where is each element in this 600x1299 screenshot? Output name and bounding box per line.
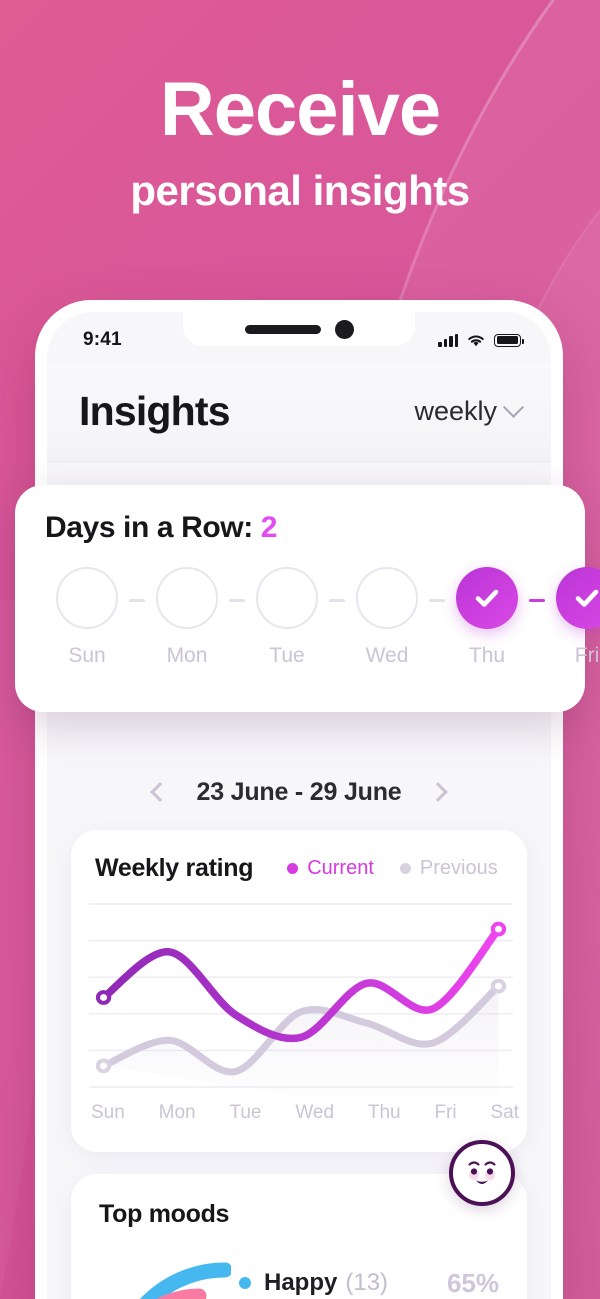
status-time: 9:41 [83, 329, 122, 350]
status-icons [438, 333, 524, 348]
streak-day-thu[interactable]: Thu [445, 567, 529, 668]
period-label: weekly [414, 396, 497, 426]
chevron-left-icon [150, 782, 171, 802]
next-week-button[interactable] [402, 782, 474, 802]
signal-bars-icon [438, 333, 458, 347]
page-title: Insights [79, 388, 231, 434]
day-connector [329, 599, 345, 602]
chart-x-axis: Sun Mon Tue Wed Thu Fri Sat [91, 1102, 519, 1124]
date-navigation: 23 June - 29 June [47, 762, 551, 822]
mood-arcs-icon [99, 1254, 233, 1299]
smiley-face-icon[interactable] [449, 1140, 515, 1206]
day-label: Wed [365, 644, 409, 667]
streak-day-tue[interactable]: Tue [245, 567, 329, 668]
day-connector-active [529, 599, 545, 602]
top-moods-card: Top moods Happy (13) 65% [71, 1140, 527, 1299]
weekly-rating-title: Weekly rating [95, 854, 254, 882]
x-tick-fri: Fri [434, 1102, 457, 1123]
day-label: Thu [468, 644, 506, 667]
mood-dot [239, 1277, 251, 1289]
streak-day-mon[interactable]: Mon [145, 567, 229, 668]
phone-notch [183, 312, 415, 346]
streak-title-label: Days in a Row: [45, 511, 261, 544]
day-circle-completed [456, 567, 518, 629]
period-selector[interactable]: weekly [414, 396, 525, 427]
legend-item-previous[interactable]: Previous [399, 857, 498, 880]
phone-screen: 9:41 Insights weekly 23 June - 29 June W… [47, 312, 551, 1299]
streak-title: Days in a Row: 2 [45, 511, 555, 545]
x-tick-sat: Sat [490, 1102, 519, 1123]
date-range-label: 23 June - 29 June [196, 777, 402, 806]
day-connector [229, 599, 245, 602]
day-circle-completed [556, 567, 600, 629]
streak-day-fri[interactable]: Fri [545, 567, 600, 668]
legend-item-current[interactable]: Current [287, 857, 374, 880]
camera-icon [334, 319, 354, 339]
x-tick-sun: Sun [91, 1102, 125, 1123]
x-tick-wed: Wed [295, 1102, 335, 1123]
day-circle [256, 567, 318, 629]
day-label: Sun [68, 644, 106, 667]
streak-count: 2 [260, 511, 278, 544]
x-tick-thu: Thu [367, 1102, 401, 1123]
day-label: Fri [574, 644, 600, 667]
phone-mockup: 9:41 Insights weekly 23 June - 29 June W… [35, 300, 563, 1299]
mood-list: Happy (13) 65% Stressed (5) 25% [239, 1260, 499, 1299]
day-label: Mon [166, 644, 208, 667]
x-tick-mon: Mon [158, 1102, 196, 1123]
day-label: Tue [269, 644, 305, 667]
wifi-icon [468, 334, 484, 346]
legend-dot-previous [399, 863, 411, 874]
mood-percent: 65% [446, 1267, 499, 1298]
app-header: Insights weekly [47, 362, 551, 462]
speaker-icon [244, 324, 321, 334]
days-in-a-row-card: Days in a Row: 2 Sun Mon Tue Wed Thu Fri [15, 485, 600, 712]
streak-day-list: Sun Mon Tue Wed Thu Fri [45, 567, 600, 668]
day-circle [56, 567, 118, 629]
hero-title: Receive [159, 67, 441, 152]
chart-legend: Current Previous [287, 857, 498, 880]
mood-count: (13) [345, 1269, 389, 1296]
top-moods-title: Top moods [99, 1200, 230, 1228]
streak-day-wed[interactable]: Wed [345, 567, 429, 668]
legend-label-current: Current [307, 857, 374, 879]
chevron-down-icon [502, 396, 525, 418]
mood-name: Happy [264, 1269, 338, 1296]
hero-subtitle: personal insights [130, 167, 470, 214]
day-circle [356, 567, 418, 629]
day-circle [156, 567, 218, 629]
day-connector [129, 599, 145, 602]
weekly-rating-header: Weekly rating Current Previous [89, 854, 509, 883]
hero-section: Receive personal insights [0, 0, 600, 212]
weekly-rating-card: Weekly rating Current Previous Sun Mon T… [71, 830, 527, 1152]
chevron-right-icon [427, 782, 448, 802]
weekly-rating-chart [89, 892, 513, 1097]
check-icon [475, 589, 499, 607]
check-icon [575, 589, 599, 607]
legend-label-previous: Previous [419, 857, 498, 879]
legend-dot-current [287, 863, 299, 874]
day-connector [429, 599, 445, 602]
list-item[interactable]: Happy (13) 65% [239, 1260, 499, 1299]
battery-full-icon [494, 333, 524, 347]
x-tick-tue: Tue [229, 1102, 262, 1123]
streak-day-sun[interactable]: Sun [45, 567, 129, 668]
prev-week-button[interactable] [124, 782, 196, 802]
